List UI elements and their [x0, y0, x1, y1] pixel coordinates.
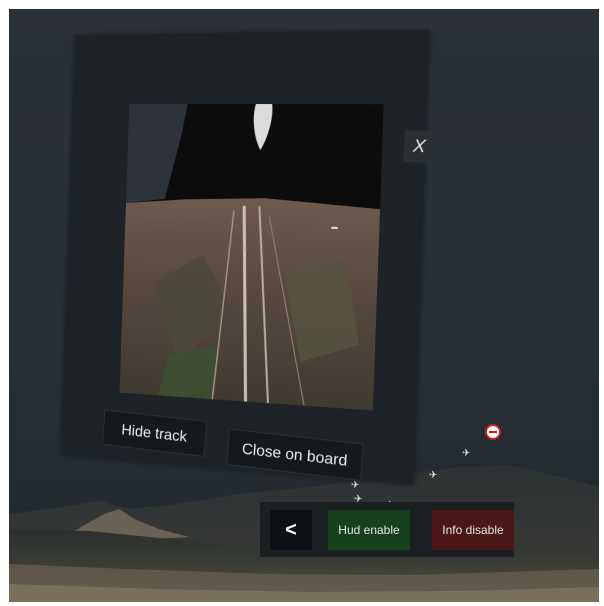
plane-icon[interactable]: ✈: [351, 481, 359, 491]
hide-track-button[interactable]: Hide track: [101, 409, 208, 458]
onboard-camera-view: [119, 103, 384, 411]
flight-view-panel: X Hide track Close on board: [60, 29, 436, 486]
back-button[interactable]: <: [270, 510, 312, 550]
target-marker-icon[interactable]: [485, 424, 501, 440]
plane-icon[interactable]: ✈: [429, 471, 437, 481]
camera-feed-image: [119, 103, 384, 411]
hud-enable-button[interactable]: Hud enable: [328, 510, 410, 550]
plane-icon[interactable]: ✈: [462, 449, 470, 459]
info-disable-button[interactable]: Info disable: [432, 510, 514, 550]
bottom-toolbar: < Hud enable Info disable: [260, 502, 514, 557]
vr-scene: ✈ ✈ ✈ ✈ ✈: [9, 9, 599, 602]
close-panel-button[interactable]: X: [402, 130, 436, 164]
